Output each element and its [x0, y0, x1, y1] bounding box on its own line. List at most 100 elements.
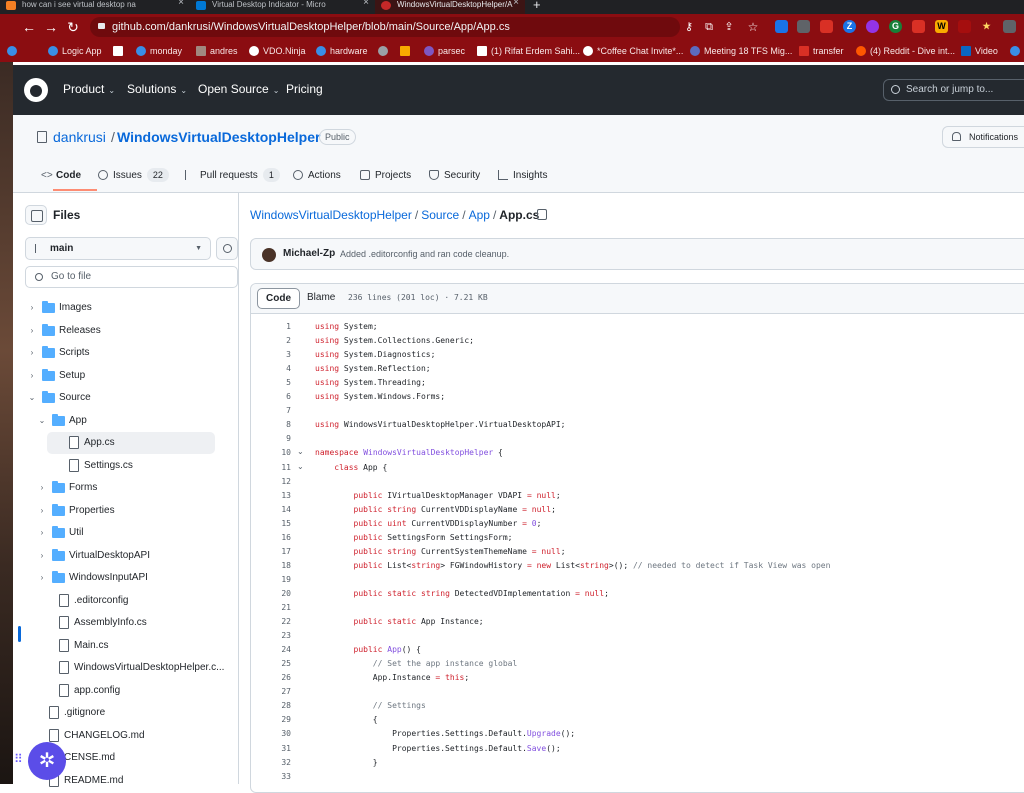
- browser-tab-1[interactable]: how can i see virtual desktop na ×: [0, 0, 190, 14]
- github-logo-icon[interactable]: [24, 78, 48, 102]
- code-line[interactable]: public static App Instance;: [315, 617, 484, 626]
- chevron-right-icon[interactable]: ›: [37, 545, 47, 567]
- line-number[interactable]: 16: [251, 533, 291, 542]
- code-line[interactable]: // Settings: [315, 701, 426, 710]
- code-line[interactable]: // Set the app instance global: [315, 659, 518, 668]
- line-number[interactable]: 5: [251, 378, 291, 387]
- line-number[interactable]: 3: [251, 350, 291, 359]
- breadcrumb-link[interactable]: WindowsVirtualDesktopHelper: [250, 208, 412, 222]
- nav-product[interactable]: Product ⌄: [63, 82, 115, 96]
- code-line[interactable]: using System.Diagnostics;: [315, 350, 435, 359]
- line-number[interactable]: 27: [251, 687, 291, 696]
- code-line[interactable]: public IVirtualDesktopManager VDAPI = nu…: [315, 491, 561, 500]
- line-number[interactable]: 23: [251, 631, 291, 640]
- line-number[interactable]: 33: [251, 772, 291, 781]
- code-tab-button[interactable]: Code: [257, 288, 300, 309]
- extension-icon[interactable]: [775, 20, 788, 33]
- new-tab-button[interactable]: +: [533, 0, 541, 12]
- extension-icon[interactable]: [866, 20, 879, 33]
- close-icon[interactable]: ×: [363, 0, 369, 8]
- line-number[interactable]: 22: [251, 617, 291, 626]
- bookmark-item[interactable]: andres: [196, 44, 238, 58]
- line-number[interactable]: 10: [251, 448, 291, 457]
- nav-open-source[interactable]: Open Source ⌄: [198, 82, 279, 96]
- copy-path-icon[interactable]: [537, 209, 547, 220]
- code-line[interactable]: namespace WindowsVirtualDesktopHelper {: [315, 448, 503, 457]
- fold-chevron-icon[interactable]: ⌄: [297, 447, 304, 456]
- repo-name-link[interactable]: WindowsVirtualDesktopHelper: [117, 129, 320, 145]
- commit-message[interactable]: Added .editorconfig and ran code cleanup…: [340, 249, 509, 259]
- tree-folder-item[interactable]: › Forms: [13, 477, 239, 499]
- bookmark-icon[interactable]: [378, 44, 392, 58]
- tab-security[interactable]: Security: [429, 168, 480, 188]
- chevron-right-icon[interactable]: ›: [37, 522, 47, 544]
- tree-folder-item[interactable]: › Scripts: [13, 342, 239, 364]
- extension-icon[interactable]: ★: [980, 20, 993, 33]
- extension-icon[interactable]: [912, 20, 925, 33]
- tree-folder-item[interactable]: ⌄ Source: [13, 387, 239, 409]
- open-external-icon[interactable]: ⧉: [700, 18, 718, 36]
- blame-tab-button[interactable]: Blame: [299, 288, 343, 309]
- extension-icon[interactable]: [820, 20, 833, 33]
- bookmark-wordpress-icon[interactable]: [1010, 44, 1024, 58]
- line-number[interactable]: 25: [251, 659, 291, 668]
- avatar[interactable]: [262, 248, 276, 262]
- branch-selector[interactable]: main ▼: [25, 237, 211, 260]
- tree-file-item[interactable]: WindowsVirtualDesktopHelper.c...: [13, 657, 239, 679]
- search-input[interactable]: Search or jump to...: [883, 79, 1024, 101]
- fold-chevron-icon[interactable]: ⌄: [297, 462, 304, 471]
- breadcrumb-link[interactable]: App: [469, 208, 490, 222]
- extension-icon[interactable]: Z: [843, 20, 856, 33]
- code-line[interactable]: using System.Threading;: [315, 378, 426, 387]
- line-number[interactable]: 13: [251, 491, 291, 500]
- code-line[interactable]: public uint CurrentVDDisplayNumber = 0;: [315, 519, 542, 528]
- code-line[interactable]: public SettingsForm SettingsForm;: [315, 533, 513, 542]
- chevron-down-icon[interactable]: ⌄: [37, 410, 47, 432]
- bookmark-notion-icon[interactable]: [113, 44, 127, 58]
- code-line[interactable]: using System;: [315, 322, 378, 331]
- line-number[interactable]: 26: [251, 673, 291, 682]
- bookmark-item[interactable]: VDO.Ninja: [249, 44, 306, 58]
- code-line[interactable]: {: [315, 715, 378, 724]
- tree-folder-item[interactable]: ⌄ App: [13, 410, 239, 432]
- bookmark-item[interactable]: (4) Reddit - Dive int...: [856, 44, 955, 58]
- code-line[interactable]: }: [315, 758, 378, 767]
- line-number[interactable]: 14: [251, 505, 291, 514]
- line-number[interactable]: 1: [251, 322, 291, 331]
- line-number[interactable]: 6: [251, 392, 291, 401]
- line-number[interactable]: 8: [251, 420, 291, 429]
- bookmark-item[interactable]: (1) Rifat Erdem Sahi...: [477, 44, 580, 58]
- share-icon[interactable]: ⇪: [720, 18, 738, 36]
- gear-icon[interactable]: ✲: [28, 742, 66, 780]
- code-line[interactable]: public static string DetectedVDImplement…: [315, 589, 609, 598]
- sidebar-toggle-icon[interactable]: [25, 205, 47, 225]
- line-number[interactable]: 21: [251, 603, 291, 612]
- address-bar[interactable]: github.com/dankrusi/WindowsVirtualDeskto…: [90, 17, 680, 37]
- tree-folder-item[interactable]: › Util: [13, 522, 239, 544]
- tree-folder-item[interactable]: › Releases: [13, 320, 239, 342]
- back-icon[interactable]: ←: [20, 18, 38, 36]
- tab-actions[interactable]: Actions: [293, 168, 341, 188]
- nav-solutions[interactable]: Solutions ⌄: [127, 82, 187, 96]
- browser-tab-3[interactable]: WindowsVirtualDesktopHelper/A ×: [375, 0, 525, 14]
- repo-owner-link[interactable]: dankrusi: [53, 129, 106, 145]
- line-number[interactable]: 17: [251, 547, 291, 556]
- code-line[interactable]: Properties.Settings.Default.Upgrade();: [315, 729, 575, 738]
- bookmark-item[interactable]: monday: [136, 44, 182, 58]
- code-line[interactable]: using System.Collections.Generic;: [315, 336, 474, 345]
- chevron-right-icon[interactable]: ›: [37, 567, 47, 589]
- code-line[interactable]: using System.Windows.Forms;: [315, 392, 445, 401]
- bookmark-item[interactable]: Video: [961, 44, 998, 58]
- line-number[interactable]: 24: [251, 645, 291, 654]
- line-number[interactable]: 32: [251, 758, 291, 767]
- chevron-right-icon[interactable]: ›: [27, 342, 37, 364]
- code-line[interactable]: public App() {: [315, 645, 421, 654]
- chevron-right-icon[interactable]: ›: [27, 320, 37, 342]
- line-number[interactable]: 28: [251, 701, 291, 710]
- line-number[interactable]: 29: [251, 715, 291, 724]
- commit-author[interactable]: Michael-Zp: [283, 248, 335, 259]
- code-line[interactable]: class App {: [315, 463, 387, 472]
- breadcrumb-link[interactable]: Source: [421, 208, 459, 222]
- bookmark-item[interactable]: Logic App: [48, 44, 102, 58]
- tree-file-item[interactable]: app.config: [13, 680, 239, 702]
